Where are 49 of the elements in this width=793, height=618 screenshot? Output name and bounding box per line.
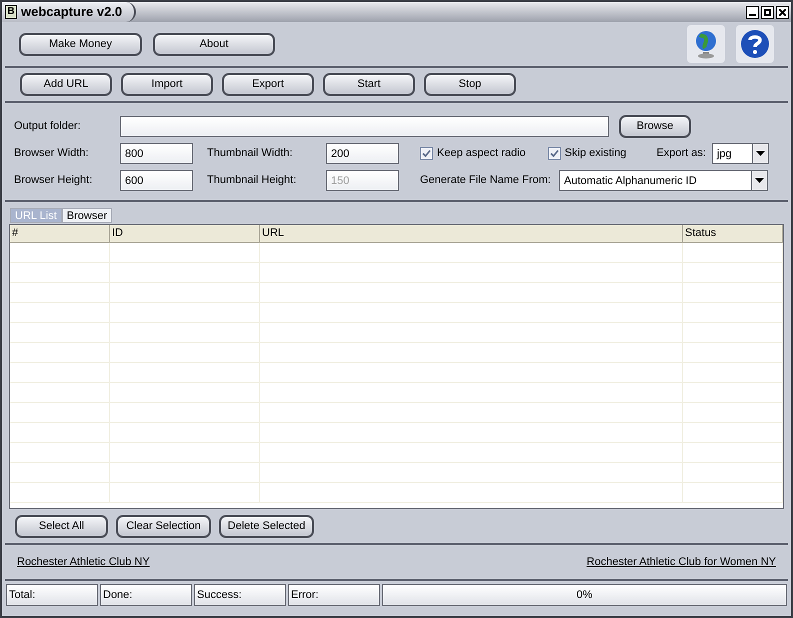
column-header[interactable]: # [10,225,110,243]
button[interactable]: Start [323,73,415,96]
status-cell: Error: [288,584,380,606]
button[interactable]: About [153,32,275,56]
status-cell: Done: [100,584,192,606]
input-field[interactable]: 200 [326,143,399,164]
progress-reading: 0% [576,588,594,603]
field-label: Export as: [656,146,706,162]
dropdown[interactable]: jpg [712,143,769,164]
input-field[interactable]: 800 [120,143,193,164]
globe-icon[interactable] [687,25,725,63]
tab[interactable]: Browser [62,208,112,223]
button[interactable]: Add URL [20,73,112,96]
input-field[interactable] [120,116,609,137]
field-label: Browser Width: [14,146,90,162]
field-label: Browser Height: [14,173,94,188]
button[interactable]: Delete Selected [219,514,314,538]
button[interactable]: Make Money [19,32,142,56]
input-field[interactable]: 600 [120,170,193,191]
field-label: Thumbnail Width: [207,146,294,162]
maximize-icon[interactable] [761,6,774,18]
field-label: Thumbnail Height: [207,173,298,188]
button[interactable]: Clear Selection [116,514,211,538]
field-label: Generate File Name From: [420,173,552,188]
close-icon[interactable] [776,6,789,18]
column-header[interactable]: URL [260,225,683,243]
field-label: Output folder: [14,119,82,134]
checkbox-label: Skip existing [564,146,626,162]
link[interactable]: Rochester Athletic Club for Women NY [586,554,776,570]
dropdown[interactable]: Automatic Alphanumeric ID [559,170,768,191]
checkbox[interactable] [420,147,433,160]
checkbox-label: Keep aspect radio [437,146,526,162]
column-header[interactable]: ID [110,225,260,243]
caret-icon [755,178,764,183]
caret-icon [756,151,765,156]
button[interactable]: Browse [619,115,691,138]
button[interactable]: Stop [424,73,516,96]
minimize-icon[interactable] [746,6,759,18]
checkbox[interactable] [548,147,561,160]
button[interactable]: Export [222,73,314,96]
column-header[interactable]: Status [683,225,783,243]
app-logo: B [5,5,17,19]
help-icon[interactable] [736,25,774,63]
status-cell: Total: [6,584,98,606]
button[interactable]: Import [121,73,213,96]
status-cell: Success: [194,584,286,606]
link[interactable]: Rochester Athletic Club NY [17,554,150,570]
button[interactable]: Select All [15,514,108,538]
window-title: webcapture v2.0 [21,3,122,22]
